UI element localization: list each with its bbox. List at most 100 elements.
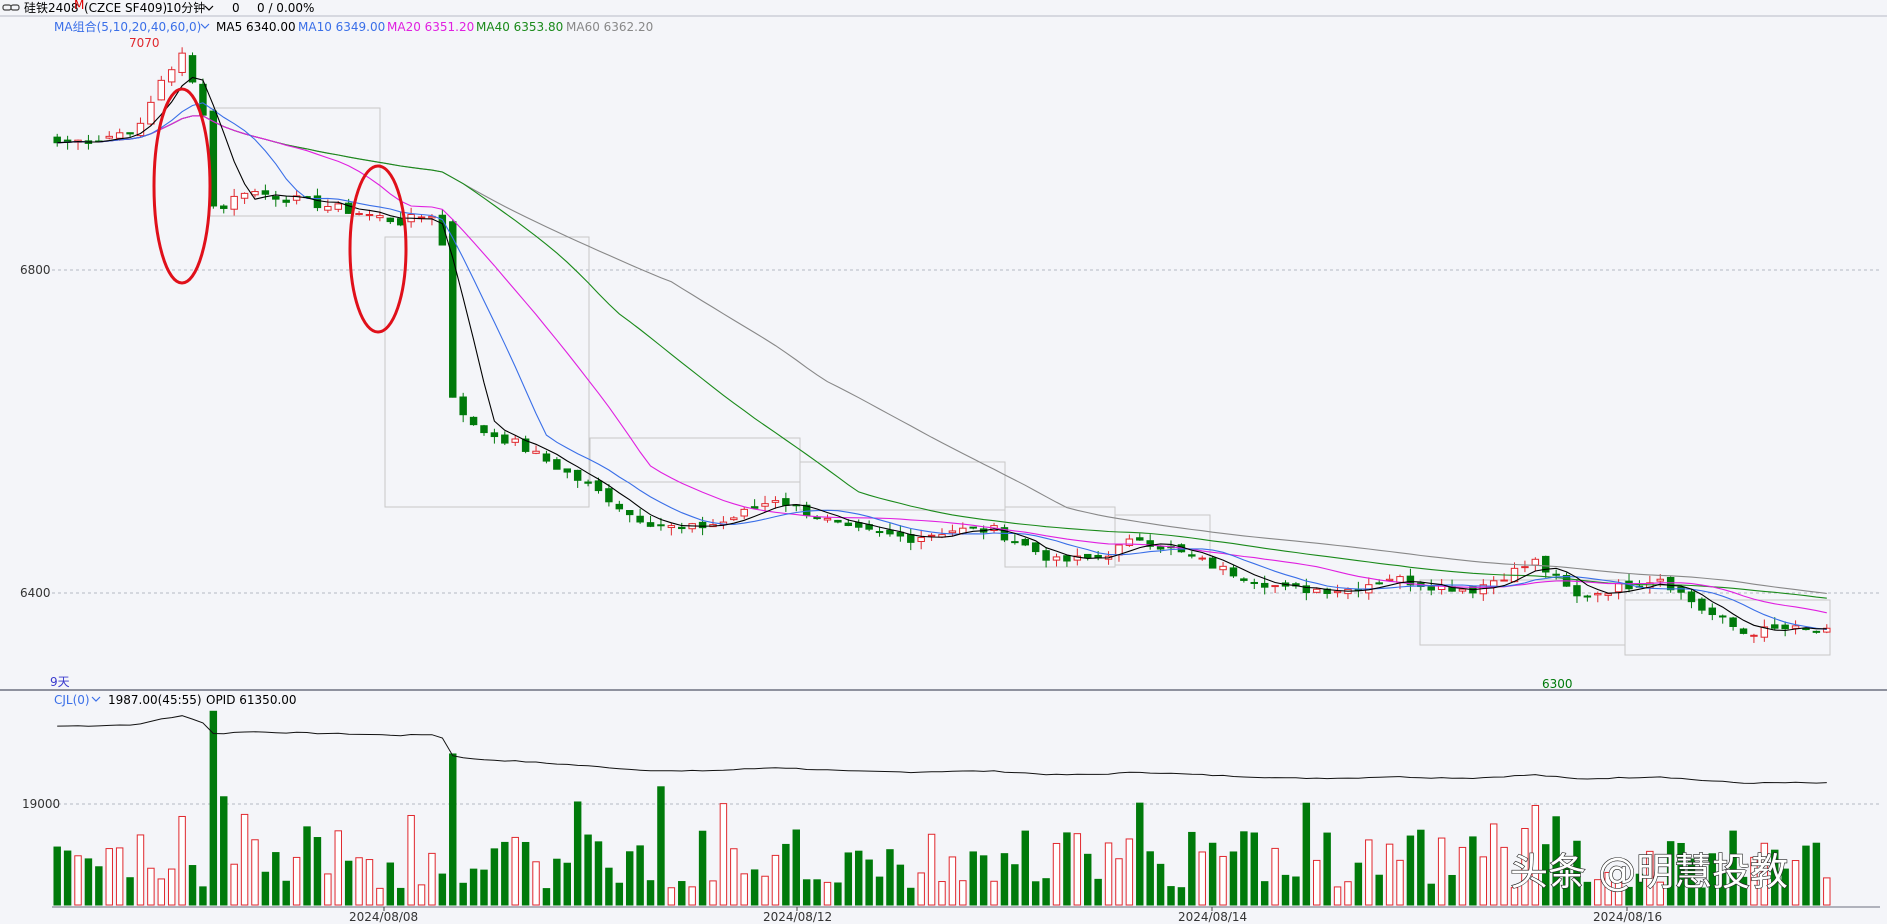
candle-body [1489,580,1498,587]
volume-bar [126,877,134,906]
candle-body [230,195,238,210]
candle-body [969,526,977,529]
candle-body [126,132,134,135]
volume-bar [1104,842,1113,906]
candle-body [834,519,842,523]
volume-bar [678,881,686,906]
volume-bar [1167,886,1175,906]
candle-body [823,517,832,521]
futures-chart: 硅铁2408 M (CZCE SF409) 10分钟 0 0 / 0.00% M… [0,0,1887,924]
volume-bar [709,880,717,906]
candle-body [240,192,249,199]
candle-body [573,469,582,481]
candle-body [1677,586,1685,593]
candle-body [365,214,374,217]
volume-bar [1219,855,1227,906]
candle-body [1250,581,1259,584]
ma-group-label[interactable]: MA组合(5,10,20,40,60,0) [54,19,201,34]
volume-bar [1000,853,1009,906]
volume-bar [1812,842,1821,906]
volume-bar [1188,831,1196,906]
volume-bar [178,815,186,906]
ma60-legend: MA60 6362.20 [566,20,653,34]
volume-bar [220,796,228,906]
price-change-percent: 0 / 0.00% [257,1,314,15]
candle-body [1427,586,1435,591]
volume-bar [740,873,748,906]
volume-tick-19000: 19000 [22,797,60,811]
candle-body [1698,598,1706,611]
volume-bar [646,880,655,906]
volume-bar [1385,843,1394,906]
candle-body [1271,585,1279,588]
volume-bar [1156,863,1165,906]
volume-bar [605,867,613,906]
period-selector[interactable]: 10分钟 [166,0,205,15]
candle-body [1687,591,1696,603]
volume-bar [230,863,238,906]
candle-body [1573,585,1581,597]
volume-bar [1052,842,1061,906]
volume-bar [719,803,728,906]
volume-bar [1448,874,1456,906]
candle-body [896,531,905,537]
candle-body [63,139,72,143]
candle-body [1812,630,1821,633]
volume-bar [1489,823,1498,906]
candle-body [1385,578,1394,581]
candle-body [313,195,322,209]
candle-body [386,217,395,223]
volume-indicator-label[interactable]: CJL(0) [54,693,90,707]
volume-bar [438,873,447,906]
volume-bar [199,886,207,906]
volume-bar [1042,878,1050,906]
volume-bar [115,847,124,906]
volume-bar [802,879,811,906]
volume-bar [1021,830,1030,906]
volume-bar [990,880,998,906]
candle-body [1739,628,1748,634]
candle-body [1583,595,1592,598]
volume-bar [449,753,457,906]
candle-body [1333,590,1342,594]
volume-bar [688,886,696,906]
price-tick-6400: 6400 [20,586,51,600]
symbol-name[interactable]: 硅铁2408 [24,1,79,15]
volume-bar [1375,874,1383,906]
volume-bar [480,869,488,906]
volume-bar [490,848,499,906]
candle-body [490,432,499,438]
volume-bar [865,859,873,906]
volume-bar [1136,802,1144,906]
volume-bar [1281,874,1290,906]
volume-bar [1198,851,1206,906]
volume-bar [1313,859,1321,906]
volume-bar [1500,846,1508,906]
candle-body [178,52,186,73]
candle-body [1656,578,1664,582]
candle-body [334,203,342,210]
candle-body [1708,607,1717,616]
symbol-suffix: M [74,0,84,12]
candle-body [1156,546,1165,550]
candle-body [740,508,748,517]
volume-bar [1073,833,1082,906]
volume-bar [261,871,270,906]
candle-body [1375,582,1383,585]
volume-bar [188,865,197,906]
date-label-0808: 2024/08/08 [349,910,418,924]
candle-body [594,480,603,492]
volume-bar [428,852,436,906]
volume-bar [917,872,925,906]
volume-bar [1302,802,1311,906]
volume-bar [1094,878,1102,906]
candle-body [115,132,124,139]
volume-bar [251,839,259,906]
candle-body [584,481,592,484]
volume-bar [1125,838,1134,906]
volume-bar [854,850,863,906]
candle-body [1042,550,1050,561]
candle-body [927,534,936,537]
volume-bar [157,878,166,906]
candle-body [1313,588,1321,593]
